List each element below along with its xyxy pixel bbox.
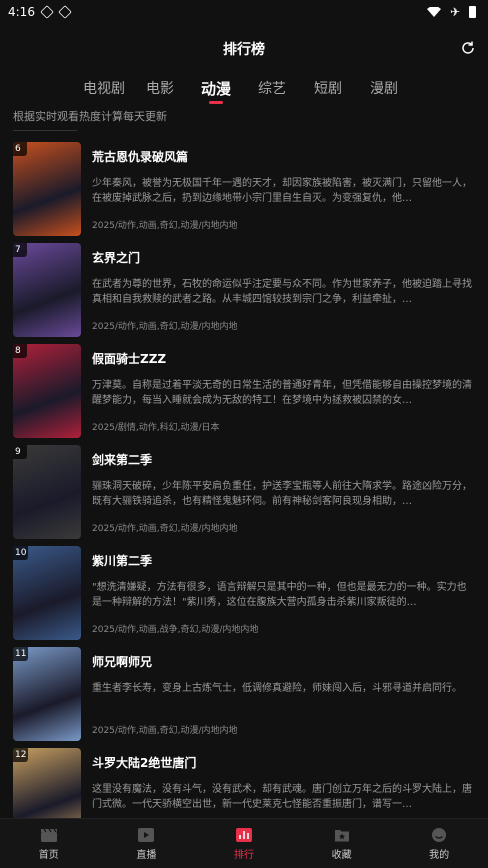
item-title[interactable]: 荒古恩仇录破风篇: [92, 148, 188, 165]
bookmark-icon: [333, 827, 351, 843]
item-description: 重生者李长寿，变身上古炼气士，低调修真避险，师妹闯入后，斗邪寻道并启同行。: [92, 683, 462, 694]
rank-badge: 7: [13, 243, 27, 257]
poster-image[interactable]: 8: [13, 344, 81, 438]
divider: [13, 130, 77, 131]
rank-badge: 11: [13, 647, 29, 661]
rank-badge: 6: [13, 142, 27, 156]
update-note: 根据实时观看热度计算每天更新: [13, 110, 167, 123]
item-title[interactable]: 斗罗大陆2绝世唐门: [92, 754, 196, 771]
nav-label: 首页: [38, 849, 59, 861]
item-description: 这里没有魔法，没有斗气，没有武术，却有武魂。唐门创立万年之后的斗罗大陆上，唐门式…: [92, 784, 472, 810]
item-description: 万津莫。自称是过着平淡无奇的日常生活的普通好青年，但凭借能够自由操控梦境的清醒梦…: [92, 380, 472, 406]
nav-item-0[interactable]: 首页: [0, 819, 98, 868]
item-meta: 2025/动作,动画,战争,奇幻,动漫/内地内地: [92, 625, 259, 635]
nav-label: 直播: [136, 849, 157, 861]
item-meta: 2025/动作,动画,奇幻,动漫/内地内地: [92, 322, 238, 332]
status-bar: 4:16 ✈: [0, 0, 488, 24]
tab-0[interactable]: 电视剧: [76, 72, 132, 106]
category-tabs: 电视剧 电影 动漫 综艺 短剧 漫剧: [0, 72, 488, 106]
bottom-nav: 首页 直播 排行 收藏 我的: [0, 818, 488, 868]
item-meta: 2025/剧情,动作,科幻,动漫/日本: [92, 423, 220, 433]
item-meta: 2025/动作,动画,奇幻,动漫/内地内地: [92, 726, 238, 736]
airplane-icon: ✈: [449, 5, 461, 19]
profile-icon: [430, 827, 448, 843]
play-icon: [137, 827, 155, 843]
poster-image[interactable]: 9: [13, 445, 81, 539]
notification-icon: [40, 5, 54, 19]
list-item[interactable]: 11 师兄啊师兄重生者李长寿，变身上古炼气士，低调修真避险，师妹闯入后，斗邪寻道并…: [0, 645, 488, 745]
poster-image[interactable]: 10: [13, 546, 81, 640]
item-description: 少年秦风，被誉为无极国千年一遇的天才，却因家族被陷害，被灭满门，只留他一人，在被…: [92, 178, 472, 204]
item-meta: 2025/动作,动画,奇幻,动漫/内地内地: [92, 221, 238, 231]
nav-item-1[interactable]: 直播: [98, 819, 196, 868]
poster-image[interactable]: 7: [13, 243, 81, 337]
item-description: "想洗清嫌疑，方法有很多，语言辩解只是其中的一种，但也是最无力的一种。实力也是一…: [92, 582, 467, 608]
poster-art: [13, 142, 81, 236]
clapperboard-icon: [40, 827, 58, 843]
nav-label: 排行: [233, 849, 254, 861]
poster-art: [13, 243, 81, 337]
header: 排行榜: [0, 32, 488, 66]
chart-icon: [235, 827, 253, 843]
nav-item-4[interactable]: 我的: [390, 819, 488, 868]
poster-image[interactable]: 11: [13, 647, 81, 741]
wifi-icon: [427, 7, 441, 17]
list-item[interactable]: 9 剑来第二季骊珠洞天破碎，少年陈平安肩负重任，护送李宝瓶等人前往大隋求学。路途凶…: [0, 443, 488, 543]
list-item[interactable]: 6 荒古恩仇录破风篇少年秦风，被誉为无极国千年一遇的天才，却因家族被陷害，被灭满门…: [0, 140, 488, 240]
poster-art: [13, 647, 81, 741]
tab-1[interactable]: 电影: [132, 72, 188, 106]
tab-2[interactable]: 动漫: [188, 72, 244, 106]
item-title[interactable]: 假面骑士ZZZ: [92, 350, 166, 367]
list-item[interactable]: 10 紫川第二季 "想洗清嫌疑，方法有很多，语言辩解只是其中的一种，但也是最无力的一…: [0, 544, 488, 644]
nav-item-2[interactable]: 排行: [195, 819, 293, 868]
nav-item-3[interactable]: 收藏: [293, 819, 391, 868]
list-item[interactable]: 8 假面骑士ZZZ 万津莫。自称是过着平淡无奇的日常生活的普通好青年，但凭借能够自由…: [0, 342, 488, 442]
tab-3[interactable]: 综艺: [244, 72, 300, 106]
nav-label: 我的: [429, 849, 450, 861]
item-description: 在武者为尊的世界，石牧的命运似乎注定要与众不同。作为世家养子，他被迫踏上寻找真相…: [92, 279, 472, 305]
nav-label: 收藏: [331, 849, 352, 861]
item-title[interactable]: 剑来第二季: [92, 451, 152, 468]
item-description: 骊珠洞天破碎，少年陈平安肩负重任，护送李宝瓶等人前往大隋求学。路途凶险万分，既有…: [92, 481, 472, 507]
tab-5[interactable]: 漫剧: [356, 72, 412, 106]
poster-image[interactable]: 6: [13, 142, 81, 236]
page-title: 排行榜: [223, 42, 265, 58]
rank-badge: 10: [13, 546, 29, 560]
item-meta: 2025/动作,动画,奇幻,动漫/内地内地: [92, 524, 238, 534]
poster-art: [13, 344, 81, 438]
notification-icon: [58, 5, 72, 19]
rank-badge: 8: [13, 344, 27, 358]
poster-art: [13, 445, 81, 539]
item-title[interactable]: 师兄啊师兄: [92, 653, 152, 670]
poster-art: [13, 546, 81, 640]
status-time: 4:16: [8, 5, 35, 19]
list-item[interactable]: 7 玄界之门在武者为尊的世界，石牧的命运似乎注定要与众不同。作为世家养子，他被迫踏…: [0, 241, 488, 341]
tab-4[interactable]: 短剧: [300, 72, 356, 106]
refresh-icon[interactable]: [460, 40, 476, 56]
item-title[interactable]: 玄界之门: [92, 249, 140, 266]
item-title[interactable]: 紫川第二季: [92, 552, 152, 569]
rank-badge: 12: [13, 748, 29, 762]
battery-icon: [469, 6, 476, 18]
rank-badge: 9: [13, 445, 27, 459]
